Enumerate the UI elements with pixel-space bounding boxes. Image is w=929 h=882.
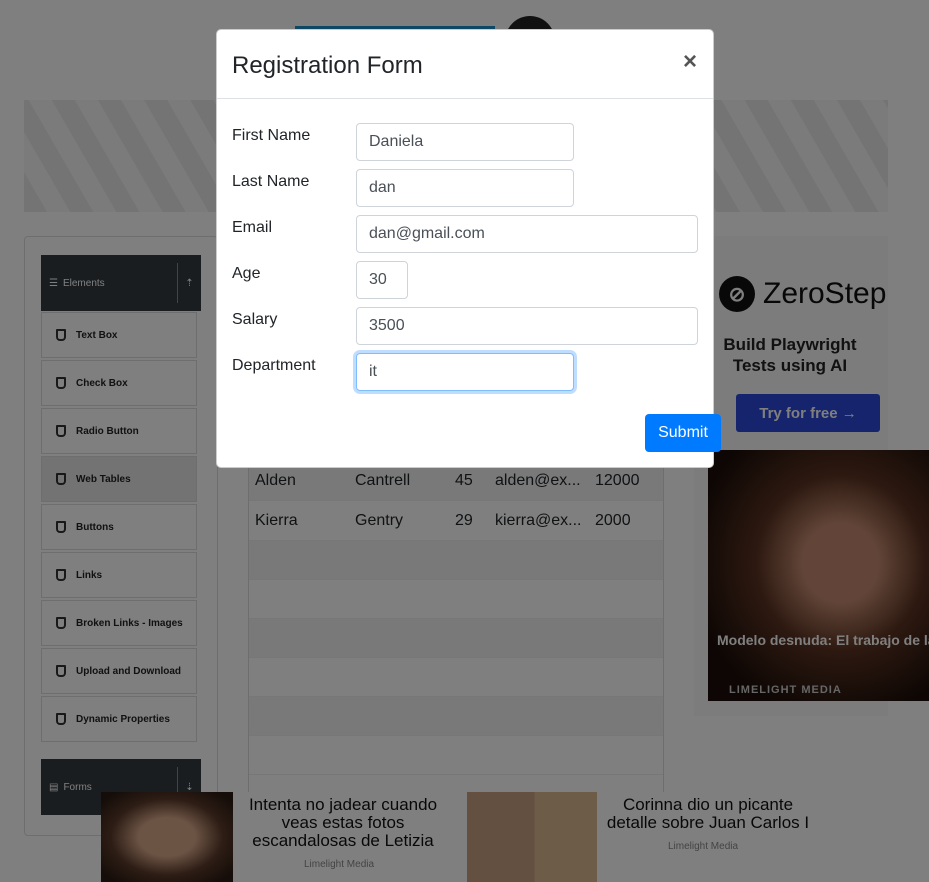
modal-title: Registration Form — [232, 52, 423, 79]
last-name-label: Last Name — [232, 173, 310, 190]
first-name-label: First Name — [232, 127, 311, 144]
last-name-input[interactable] — [356, 169, 574, 207]
salary-label: Salary — [232, 311, 278, 328]
email-label: Email — [232, 219, 273, 236]
email-input[interactable] — [356, 215, 698, 253]
age-label: Age — [232, 265, 261, 282]
submit-button[interactable]: Submit — [645, 414, 721, 452]
close-icon[interactable]: × — [683, 48, 697, 76]
modal-header: Registration Form × — [217, 30, 713, 99]
age-input[interactable] — [356, 261, 408, 299]
department-label: Department — [232, 357, 316, 374]
department-input[interactable] — [356, 353, 574, 391]
first-name-input[interactable] — [356, 123, 574, 161]
salary-input[interactable] — [356, 307, 698, 345]
registration-modal: Registration Form × First Name Last Name… — [216, 29, 721, 468]
